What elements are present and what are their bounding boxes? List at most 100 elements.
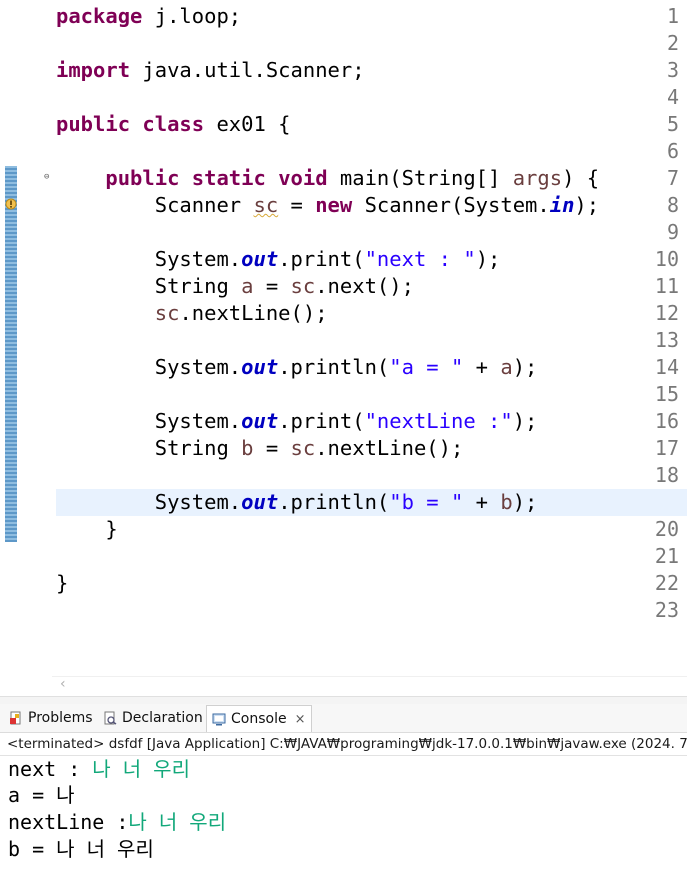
console-prompt: nextLine : bbox=[8, 810, 129, 834]
code-text: = bbox=[278, 193, 316, 217]
tab-problems[interactable]: Problems bbox=[4, 705, 99, 731]
keyword: new bbox=[315, 193, 353, 217]
code-text: System. bbox=[154, 247, 242, 271]
console-icon bbox=[212, 713, 226, 726]
code-line[interactable]: public static void main(String[] args) { bbox=[56, 165, 687, 192]
code-text: Scanner(System. bbox=[352, 193, 550, 217]
line-number-gutter: ⊖ bbox=[0, 0, 52, 676]
code-text: + bbox=[463, 490, 501, 514]
scroll-left-icon[interactable]: ‹ bbox=[60, 676, 66, 692]
code-text: ); bbox=[475, 247, 501, 271]
code-text: + bbox=[463, 355, 501, 379]
code-text: ); bbox=[512, 409, 538, 433]
static-field: out bbox=[241, 355, 279, 379]
console-input: 나 너 우리 bbox=[128, 810, 227, 834]
code-text: ex01 { bbox=[204, 112, 291, 136]
keyword: package bbox=[56, 4, 143, 28]
console-line: next : 나 너 우리 bbox=[8, 756, 190, 782]
line-number: 23 bbox=[654, 598, 679, 622]
gutter-footer bbox=[0, 676, 52, 696]
local-variable: b bbox=[241, 436, 254, 460]
current-code-line[interactable]: System.out.println("b = " + b); bbox=[56, 489, 687, 516]
code-text: java.util.Scanner; bbox=[130, 58, 365, 82]
code-text: .nextLine(); bbox=[179, 301, 328, 325]
keyword: void bbox=[278, 166, 328, 190]
change-bar bbox=[5, 166, 17, 542]
line-number: 9 bbox=[666, 220, 679, 244]
keyword: class bbox=[142, 112, 205, 136]
local-variable: sc bbox=[290, 436, 316, 460]
code-line[interactable]: System.out.print("nextLine :"); bbox=[56, 408, 687, 435]
local-variable: sc bbox=[290, 274, 316, 298]
keyword: static bbox=[191, 166, 266, 190]
code-line[interactable]: } bbox=[56, 516, 687, 543]
code-text: j.loop; bbox=[142, 4, 242, 28]
code-text: String bbox=[154, 436, 242, 460]
tab-label: Problems bbox=[28, 710, 93, 726]
line-number: 2 bbox=[666, 31, 679, 55]
local-variable: sc bbox=[154, 301, 180, 325]
line-number: 6 bbox=[666, 139, 679, 163]
line-number: 18 bbox=[654, 463, 679, 487]
code-text: main(String[] bbox=[327, 166, 513, 190]
code-line[interactable]: System.out.println("a = " + a); bbox=[56, 354, 687, 381]
code-line[interactable]: String a = sc.next(); bbox=[56, 273, 687, 300]
tab-declaration[interactable]: Declaration bbox=[98, 705, 209, 731]
local-variable: b bbox=[500, 490, 513, 514]
code-line[interactable]: sc.nextLine(); bbox=[56, 300, 687, 327]
fold-collapse-icon[interactable]: ⊖ bbox=[44, 172, 49, 182]
console-line: b = 나 너 우리 bbox=[8, 836, 154, 862]
code-text: } bbox=[56, 571, 69, 595]
code-text: .println( bbox=[278, 490, 390, 514]
console-status: <terminated> dsfdf [Java Application] C:… bbox=[0, 733, 687, 756]
static-field: out bbox=[241, 490, 279, 514]
warning-icon[interactable] bbox=[5, 198, 17, 210]
code-text: ); bbox=[512, 490, 538, 514]
code-text: = bbox=[253, 436, 291, 460]
code-text: .next(); bbox=[315, 274, 414, 298]
code-line[interactable]: System.out.print("next : "); bbox=[56, 246, 687, 273]
code-text: System. bbox=[154, 490, 242, 514]
code-line[interactable]: } bbox=[56, 570, 687, 597]
tab-label: Declaration bbox=[122, 710, 203, 726]
console-input: 나 너 우리 bbox=[92, 757, 190, 781]
console-prompt: next : bbox=[8, 757, 93, 781]
code-text: ) { bbox=[562, 166, 600, 190]
code-text: System. bbox=[154, 355, 242, 379]
code-line[interactable]: package j.loop; bbox=[56, 3, 687, 30]
code-line[interactable]: import java.util.Scanner; bbox=[56, 57, 687, 84]
console-prompt: a = 나 bbox=[8, 783, 75, 807]
keyword: import bbox=[56, 58, 131, 82]
local-variable: a bbox=[500, 355, 513, 379]
code-text: .print( bbox=[278, 409, 365, 433]
console-output[interactable]: next : 나 너 우리 a = 나 nextLine :나 너 우리 b =… bbox=[0, 756, 687, 872]
code-text: = bbox=[253, 274, 291, 298]
static-field: out bbox=[241, 409, 279, 433]
code-line[interactable]: public class ex01 { bbox=[56, 111, 687, 138]
close-icon[interactable]: × bbox=[295, 712, 306, 727]
line-number: 4 bbox=[666, 85, 679, 109]
local-variable: sc bbox=[253, 193, 279, 217]
keyword: public bbox=[105, 166, 180, 190]
console-prompt: b = 나 너 우리 bbox=[8, 837, 154, 861]
bottom-panel-tabs: Problems Declaration Console × bbox=[0, 704, 687, 733]
line-number: 13 bbox=[654, 328, 679, 352]
code-line[interactable]: String b = sc.nextLine(); bbox=[56, 435, 687, 462]
static-field: out bbox=[241, 247, 279, 271]
line-number: 21 bbox=[654, 544, 679, 568]
code-text: } bbox=[56, 517, 118, 541]
code-line[interactable]: Scanner sc = new Scanner(System.in); bbox=[56, 192, 687, 219]
static-field: in bbox=[549, 193, 575, 217]
string-literal: "b = " bbox=[389, 490, 464, 514]
code-text: .nextLine(); bbox=[315, 436, 464, 460]
string-literal: "a = " bbox=[389, 355, 464, 379]
code-editor[interactable]: ⊖ 1 2 3 4 5 6 7 8 9 10 11 12 13 14 15 16… bbox=[0, 0, 687, 676]
horizontal-scrollbar[interactable]: ‹ bbox=[52, 676, 687, 697]
tab-console[interactable]: Console × bbox=[206, 705, 313, 732]
